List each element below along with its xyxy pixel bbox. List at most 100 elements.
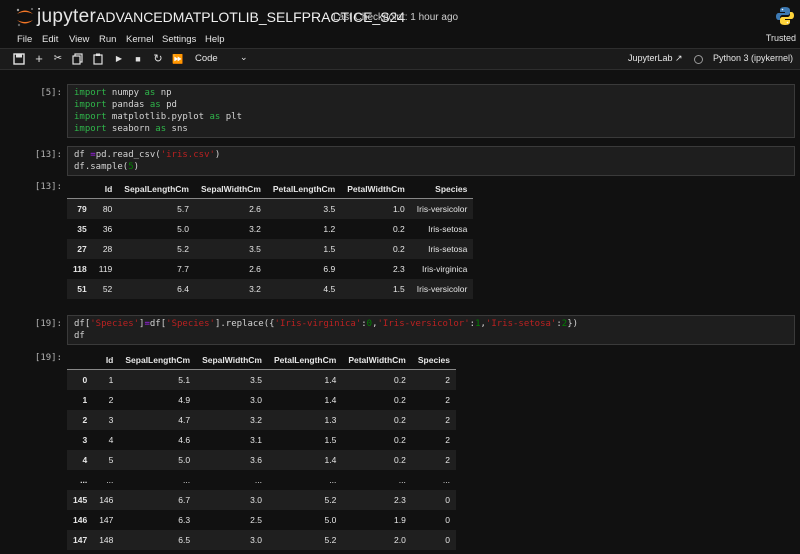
table-cell: 148 <box>93 530 120 550</box>
cell-output-prompt: [13]: <box>34 182 62 192</box>
row-index: 1 <box>82 395 88 405</box>
menu-run[interactable]: Run <box>99 34 116 45</box>
code-cell[interactable]: df['Species']=df['Species'].replace({'Ir… <box>67 315 795 345</box>
save-icon[interactable] <box>12 52 26 66</box>
paste-icon[interactable] <box>91 52 105 66</box>
table-cell: 36 <box>102 224 113 234</box>
menu-edit[interactable]: Edit <box>42 34 58 45</box>
row-index: 51 <box>67 279 93 299</box>
column-header: Species <box>410 180 474 199</box>
table-cell: 1.3 <box>267 410 343 430</box>
table-cell: 5.0 <box>119 450 197 470</box>
table-row: 145 146 6.7 3.0 5.2 2.3 0 <box>67 490 457 510</box>
external-link-icon: ↗ <box>675 53 683 63</box>
table-cell: 0.2 <box>394 435 406 445</box>
kernel-name[interactable]: Python 3 (ipykernel) <box>713 53 793 63</box>
table-row: 147 148 6.5 3.0 5.2 2.0 0 <box>67 530 457 550</box>
column-header: PetalWidthCm <box>342 351 412 370</box>
column-header: SepalLengthCm <box>119 351 197 370</box>
table-cell: 146 <box>93 490 120 510</box>
row-index: 79 <box>67 198 93 219</box>
code-cell[interactable]: import numpy as np import pandas as pd i… <box>67 84 795 138</box>
table-cell: 52 <box>92 279 119 299</box>
cell-input-prompt: [5]: <box>40 88 62 98</box>
row-index: ... <box>80 475 88 485</box>
row-index: 145 <box>67 490 94 510</box>
table-cell: 3.5 <box>196 369 268 390</box>
table-cell: Iris-virginica <box>421 264 468 274</box>
menu-help[interactable]: Help <box>205 34 225 45</box>
table-cell: 2.5 <box>250 515 262 525</box>
table-cell: 2 <box>411 450 457 470</box>
table-row: 35 36 5.0 3.2 1.2 0.2 Iris-setosa <box>67 219 473 239</box>
table-cell: 4.9 <box>178 395 191 405</box>
table-cell: ... <box>254 475 262 485</box>
stop-icon[interactable]: ■ <box>131 52 145 66</box>
table-cell: 1.4 <box>267 369 343 390</box>
table-cell: 1 <box>93 369 120 390</box>
cut-icon[interactable]: ✂ <box>51 52 65 66</box>
table-cell: 147 <box>99 515 114 525</box>
brand-name[interactable]: jupyter <box>37 6 96 28</box>
table-cell: 80 <box>92 198 119 219</box>
menu-kernel[interactable]: Kernel <box>126 34 153 45</box>
table-cell: 3.6 <box>196 450 268 470</box>
cell-type-select[interactable]: Code <box>195 53 218 64</box>
table-cell: 3.0 <box>196 530 268 550</box>
table-cell: 3 <box>93 410 120 430</box>
table-cell: Iris-versicolor <box>410 279 474 299</box>
table-cell: 6.5 <box>119 530 197 550</box>
copy-icon[interactable] <box>71 52 85 66</box>
table-cell: 5.2 <box>267 490 343 510</box>
table-cell: 28 <box>92 239 119 259</box>
table-cell: 0.2 <box>341 239 411 259</box>
dataframe-output: Id SepalLengthCm SepalWidthCm PetalLengthCm… <box>67 351 457 550</box>
table-cell: 5.7 <box>118 198 195 219</box>
menu-file[interactable]: File <box>17 34 32 45</box>
chevron-down-icon[interactable]: ⌄ <box>240 52 248 63</box>
table-cell: 0.2 <box>342 410 412 430</box>
table-cell: 1.5 <box>324 435 337 445</box>
menu-settings[interactable]: Settings <box>162 34 196 45</box>
code-cell[interactable]: df =pd.read_csv('iris.csv') df.sample(5) <box>67 146 795 176</box>
table-cell: Iris-setosa <box>410 239 474 259</box>
table-cell: 1.9 <box>394 515 406 525</box>
jupyterlab-link[interactable]: JupyterLab ↗ <box>628 53 683 64</box>
jupyter-logo-icon <box>16 8 33 27</box>
trusted-indicator[interactable]: Trusted <box>766 33 796 43</box>
row-index: 4 <box>67 450 94 470</box>
add-cell-icon[interactable]: + <box>32 52 46 66</box>
last-checkpoint: Last Checkpoint: 1 hour ago <box>333 12 459 23</box>
table-cell: Iris-setosa <box>428 224 468 234</box>
table-cell: 3.0 <box>250 395 262 405</box>
table-cell: 5.2 <box>118 239 195 259</box>
table-cell: 119 <box>98 264 113 274</box>
row-index: 3 <box>82 435 88 445</box>
table-cell: 3.1 <box>250 435 262 445</box>
table-cell: 6.9 <box>323 264 336 274</box>
table-cell: 2.6 <box>249 264 261 274</box>
fast-forward-icon[interactable]: ⏩ <box>171 52 185 66</box>
table-row: 118 119 7.7 2.6 6.9 2.3 Iris-virginica <box>67 259 473 279</box>
menu-view[interactable]: View <box>69 34 89 45</box>
table-cell: 2.3 <box>392 264 405 274</box>
column-header: Species <box>411 351 457 370</box>
column-header: Id <box>92 180 119 199</box>
kernel-status-icon <box>694 55 703 64</box>
table-cell: Iris-versicolor <box>410 198 474 219</box>
table-cell: 1.2 <box>323 224 336 234</box>
table-cell: 6.4 <box>118 279 195 299</box>
restart-icon[interactable]: ↻ <box>151 52 165 66</box>
column-header: PetalWidthCm <box>341 180 411 199</box>
table-row: 51 52 6.4 3.2 4.5 1.5 Iris-versicolor <box>67 279 474 299</box>
column-header: SepalWidthCm <box>196 351 268 370</box>
table-cell: 3.0 <box>196 490 268 510</box>
table-cell: 2 <box>445 435 451 445</box>
table-row: 4 5 5.0 3.6 1.4 0.2 2 <box>67 450 457 470</box>
table-cell: 4 <box>108 435 114 445</box>
table-cell: ... <box>398 475 406 485</box>
run-icon[interactable]: ▶ <box>112 52 126 66</box>
column-header: PetalLengthCm <box>266 180 342 199</box>
menu-bar: File Edit View Run Kernel Settings Help … <box>0 32 800 47</box>
jupyterlab-label: JupyterLab <box>628 53 673 63</box>
